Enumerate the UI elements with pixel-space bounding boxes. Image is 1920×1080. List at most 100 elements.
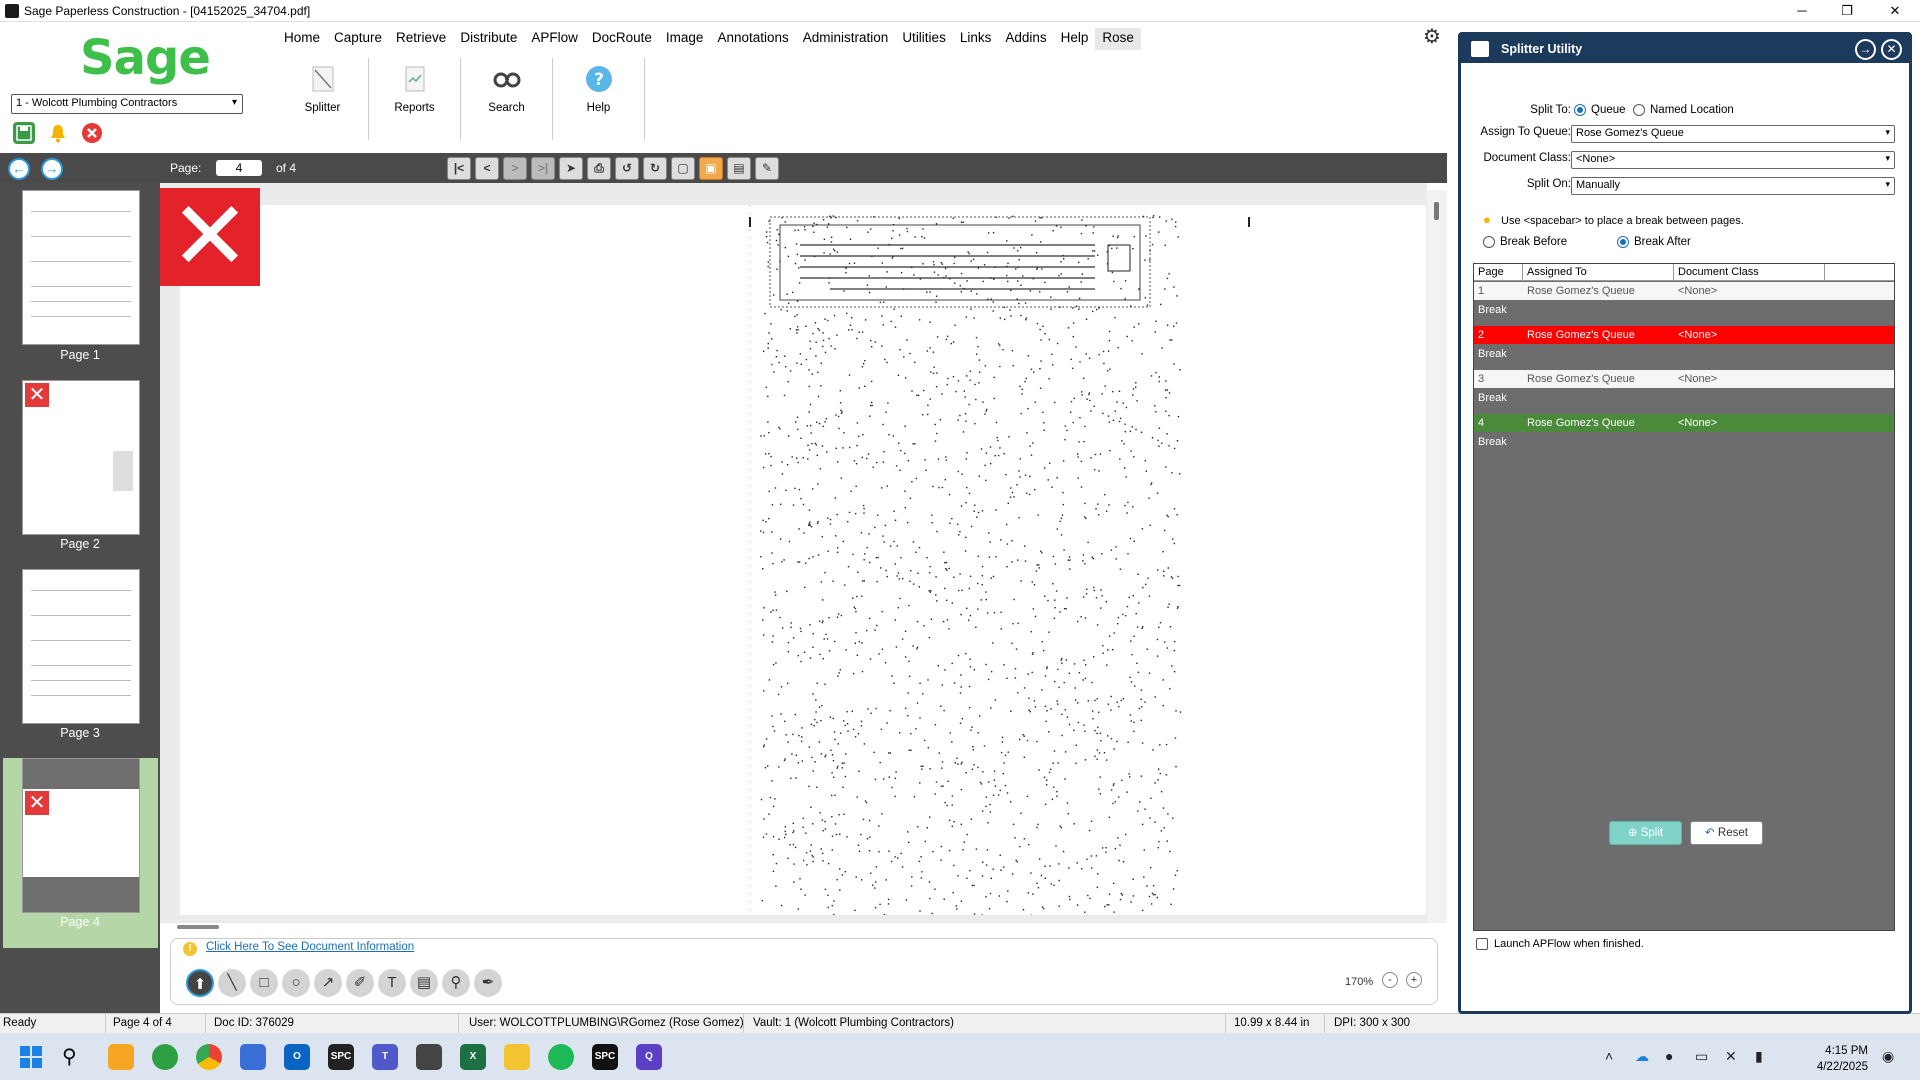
menu-addins[interactable]: Addins	[998, 28, 1053, 50]
save-icon[interactable]	[13, 122, 35, 144]
company-select[interactable]: 1 - Wolcott Plumbing Contractors ▾	[11, 94, 243, 114]
close-panel-icon[interactable]: ✕	[1881, 39, 1902, 60]
menu-distribute[interactable]: Distribute	[453, 28, 524, 50]
document-info-link[interactable]: Click Here To See Document Information	[206, 941, 414, 953]
spotify-icon[interactable]	[548, 1044, 574, 1070]
menu-retrieve[interactable]: Retrieve	[389, 28, 453, 50]
page-icon[interactable]: ▢	[671, 157, 695, 180]
scrollbar-thumb[interactable]	[1434, 202, 1439, 220]
calculator-icon[interactable]	[416, 1044, 442, 1070]
battery-icon[interactable]: ▮	[1755, 1048, 1763, 1065]
search-button[interactable]: Search	[461, 58, 553, 140]
reports-button[interactable]: Reports	[369, 58, 461, 140]
zoom-out-button[interactable]: -	[1382, 972, 1398, 988]
next-page-icon[interactable]: >	[503, 157, 527, 180]
assign-queue-select[interactable]: Rose Gomez's Queue ▾	[1571, 125, 1895, 143]
first-page-icon[interactable]: |<	[447, 157, 471, 180]
arrow-tool-icon[interactable]: ↗	[314, 969, 342, 997]
thumb-next-icon[interactable]: →	[41, 158, 63, 180]
app-icon[interactable]	[152, 1044, 178, 1070]
col-page[interactable]: Page	[1478, 266, 1504, 278]
ellipse-tool-icon[interactable]: ○	[282, 969, 310, 997]
help-button[interactable]: ? Help	[553, 58, 645, 140]
prev-page-icon[interactable]: <	[475, 157, 499, 180]
app-icon[interactable]	[240, 1044, 266, 1070]
send-icon[interactable]: ➤	[559, 157, 583, 180]
menu-docroute[interactable]: DocRoute	[585, 28, 659, 50]
highlighter-tool-icon[interactable]: ✐	[346, 969, 374, 997]
table-row[interactable]: 2 Rose Gomez's Queue <None>	[1474, 326, 1894, 344]
split-grid[interactable]: Page Assigned To Document Class 1 Rose G…	[1473, 263, 1895, 931]
signature-tool-icon[interactable]: ✒	[474, 969, 502, 997]
vertical-scrollbar[interactable]	[1427, 190, 1447, 923]
onedrive-icon[interactable]: ☁	[1635, 1048, 1649, 1065]
note-tool-icon[interactable]: ▤	[410, 969, 438, 997]
scrollbar-thumb[interactable]	[177, 925, 219, 929]
bell-icon[interactable]	[47, 122, 69, 144]
close-button[interactable]: ✕	[1872, 2, 1918, 20]
menu-links[interactable]: Links	[953, 28, 999, 50]
table-row[interactable]: 1 Rose Gomez's Queue <None>	[1474, 282, 1894, 300]
named-location-radio[interactable]	[1633, 104, 1645, 116]
thumbnail-page-4[interactable]: ✕	[22, 758, 140, 913]
excel-icon[interactable]: X	[460, 1044, 486, 1070]
app-icon[interactable]	[108, 1044, 134, 1070]
last-page-icon[interactable]: >|	[531, 157, 555, 180]
chrome-icon[interactable]	[196, 1044, 222, 1070]
volume-muted-icon[interactable]: ✕	[1725, 1048, 1737, 1065]
maximize-button[interactable]: ❐	[1824, 2, 1870, 20]
menu-home[interactable]: Home	[277, 28, 327, 50]
microphone-icon[interactable]: ●	[1665, 1048, 1673, 1064]
chevron-up-icon[interactable]: ˄	[1605, 1048, 1613, 1064]
notification-icon[interactable]: ◉	[1882, 1048, 1894, 1065]
document-class-select[interactable]: <None> ▾	[1571, 151, 1895, 169]
close-document-icon[interactable]	[81, 122, 103, 144]
splitter-button[interactable]: Splitter	[277, 58, 369, 140]
spc-active-icon[interactable]: SPC	[592, 1044, 618, 1070]
minimize-button[interactable]: ─	[1779, 2, 1825, 20]
rotate-right-icon[interactable]: ↻	[643, 157, 667, 180]
pointer-tool-icon[interactable]: ⬆	[186, 969, 214, 997]
rotate-left-icon[interactable]: ↺	[615, 157, 639, 180]
forward-icon[interactable]: →	[1855, 39, 1876, 60]
table-row[interactable]: 3 Rose Gomez's Queue <None>	[1474, 370, 1894, 388]
menu-image[interactable]: Image	[659, 28, 711, 50]
line-tool-icon[interactable]: ╲	[218, 969, 246, 997]
file-explorer-icon[interactable]	[504, 1044, 530, 1070]
break-before-radio[interactable]	[1483, 236, 1495, 248]
split-button[interactable]: ⊕ Split	[1609, 821, 1682, 845]
stamp-tool-icon[interactable]: ⚲	[442, 969, 470, 997]
menu-rose[interactable]: Rose	[1095, 28, 1141, 50]
display-icon[interactable]: ▭	[1695, 1048, 1708, 1065]
fit-width-icon[interactable]: ▤	[727, 157, 751, 180]
windows-start-icon[interactable]	[18, 1044, 44, 1070]
teams-icon[interactable]: T	[372, 1044, 398, 1070]
thumb-prev-icon[interactable]: ←	[8, 158, 30, 180]
menu-apflow[interactable]: APFlow	[524, 28, 585, 50]
queue-radio[interactable]	[1574, 104, 1586, 116]
edit-page-icon[interactable]: ✎	[755, 157, 779, 180]
spc-icon[interactable]: SPC	[328, 1044, 354, 1070]
col-assigned[interactable]: Assigned To	[1527, 266, 1587, 278]
outlook-icon[interactable]: O	[284, 1044, 310, 1070]
app-icon[interactable]: Q	[636, 1044, 662, 1070]
break-after-radio[interactable]	[1617, 236, 1629, 248]
thumbnail-page-3[interactable]	[22, 569, 140, 724]
fit-page-icon[interactable]: ▣	[699, 157, 723, 180]
launch-apflow-checkbox[interactable]	[1476, 938, 1488, 950]
menu-help[interactable]: Help	[1054, 28, 1096, 50]
gear-icon[interactable]: ⚙	[1423, 24, 1441, 49]
reset-button[interactable]: ↶ Reset	[1690, 821, 1763, 845]
print-icon[interactable]: ⎙	[587, 157, 611, 180]
thumbnail-page-2[interactable]: ✕	[22, 380, 140, 535]
split-on-select[interactable]: Manually ▾	[1571, 177, 1895, 195]
page-number-input[interactable]: 4	[216, 160, 262, 176]
zoom-in-button[interactable]: +	[1406, 972, 1422, 988]
thumbnail-page-1[interactable]	[22, 190, 140, 345]
menu-utilities[interactable]: Utilities	[895, 28, 953, 50]
menu-administration[interactable]: Administration	[796, 28, 896, 50]
menu-capture[interactable]: Capture	[327, 28, 389, 50]
clock[interactable]: 4:15 PM 4/22/2025	[1778, 1043, 1868, 1075]
menu-annotations[interactable]: Annotations	[710, 28, 795, 50]
text-tool-icon[interactable]: T	[378, 969, 406, 997]
